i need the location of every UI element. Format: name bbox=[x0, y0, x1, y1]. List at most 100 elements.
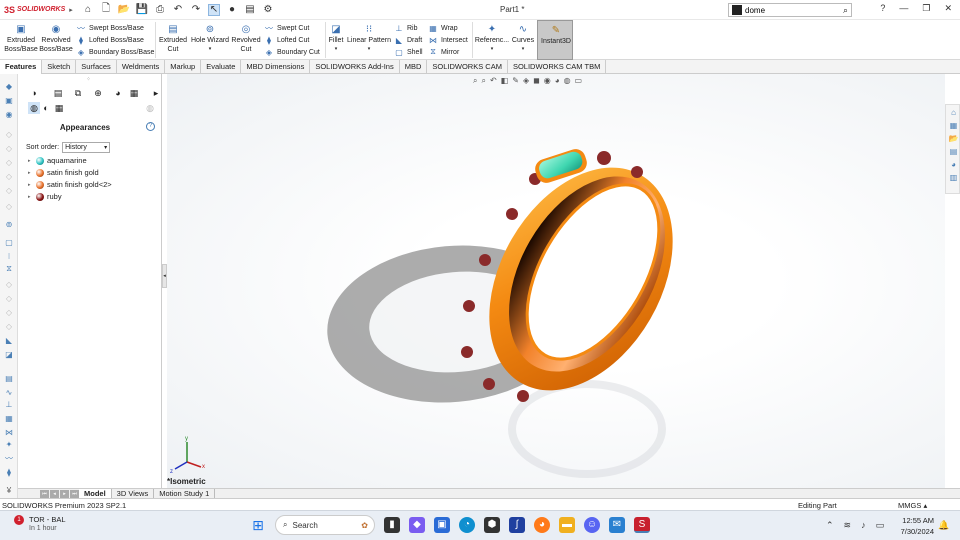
chevron-up-icon[interactable]: ⌃ bbox=[826, 520, 834, 531]
feature-manager-tab-icon[interactable]: ◑ bbox=[28, 87, 40, 99]
extruded-boss-button[interactable]: ▣ Extruded Boss/Base bbox=[3, 23, 39, 54]
rebuild-icon[interactable]: ● bbox=[226, 4, 238, 16]
sort-order-select[interactable]: History ▾ bbox=[62, 142, 111, 153]
expand-arrow-icon[interactable]: ▸ bbox=[28, 158, 33, 164]
appearances-view-icon[interactable]: ◍ bbox=[28, 102, 40, 114]
tab-sketch[interactable]: Sketch bbox=[42, 60, 77, 74]
tab-3d-views[interactable]: 3D Views bbox=[112, 488, 155, 499]
chat-icon[interactable]: ✉ bbox=[609, 517, 625, 533]
dropdown-arrow-icon[interactable]: ▾ bbox=[209, 45, 212, 54]
help-icon[interactable]: ? bbox=[146, 122, 155, 131]
restore-icon[interactable]: ❐ bbox=[922, 3, 930, 14]
reference-tool-icon[interactable]: ✦ bbox=[4, 440, 14, 449]
open-icon[interactable]: 📂 bbox=[118, 4, 130, 16]
curve-tool-icon[interactable]: ∿ bbox=[4, 388, 14, 397]
extruded-cut-button[interactable]: ▤ Extruded Cut bbox=[157, 23, 189, 54]
custom-properties-icon[interactable]: ▥ bbox=[948, 172, 959, 183]
select-icon[interactable]: ↖ bbox=[208, 3, 220, 16]
graphics-viewport[interactable]: ⌕ ⌕ ↶ ◧ ✎ ◈ ◼ ◉ ◕ ◍ ▭ ⧉ ⧉ — ❐ ✕ bbox=[167, 74, 945, 488]
boundary-cut-button[interactable]: ◈ Boundary Cut bbox=[264, 46, 320, 58]
app-cube-icon[interactable]: ⬢ bbox=[484, 517, 500, 533]
3d-sketch-icon[interactable]: ▤ bbox=[4, 374, 14, 383]
tab-features[interactable]: Features bbox=[0, 60, 43, 74]
appearance-item[interactable]: ▸ satin finish gold bbox=[28, 168, 99, 177]
last-tab-icon[interactable]: ⏭ bbox=[70, 489, 79, 498]
shell-tool-icon[interactable]: ▢ bbox=[4, 238, 14, 247]
expand-toolbar-icon[interactable]: ¥ bbox=[4, 486, 14, 495]
wifi-icon[interactable]: ≋ bbox=[844, 520, 852, 531]
expand-arrow-icon[interactable]: ▸ bbox=[28, 194, 33, 200]
scenes-view-icon[interactable]: ▦ bbox=[53, 102, 65, 114]
revolved-cut-button[interactable]: ◎ Revolved Cut bbox=[230, 23, 262, 54]
home-icon[interactable]: ⌂ bbox=[82, 4, 94, 16]
disabled-tool-icon[interactable]: ◇ bbox=[4, 186, 14, 195]
disabled-tool-icon[interactable]: ◇ bbox=[4, 158, 14, 167]
close-icon[interactable]: ✕ bbox=[944, 3, 952, 14]
tab-surfaces[interactable]: Surfaces bbox=[76, 60, 117, 74]
panel-option-icon[interactable]: ◍ bbox=[144, 102, 156, 114]
boundary-boss-button[interactable]: ◈ Boundary Boss/Base bbox=[76, 46, 154, 58]
draft-button[interactable]: ◣ Draft bbox=[394, 34, 422, 46]
instant3d-button[interactable]: ✎ Instant3D bbox=[537, 20, 573, 60]
sweep-tool-icon[interactable]: 〰 bbox=[4, 454, 14, 463]
task-view-icon[interactable]: ▮ bbox=[384, 517, 400, 533]
next-tab-icon[interactable]: ▸ bbox=[60, 489, 69, 498]
appearances-scenes-icon[interactable]: ◕ bbox=[948, 159, 959, 170]
intersect-button[interactable]: ⋈ Intersect bbox=[428, 34, 468, 46]
windows-start-icon[interactable]: ⊞ bbox=[250, 517, 266, 533]
solidworks-taskbar-icon[interactable]: S bbox=[634, 517, 650, 533]
revolved-boss-button[interactable]: ◉ Revolved Boss/Base bbox=[39, 23, 73, 54]
menu-arrow-icon[interactable]: ▸ bbox=[69, 6, 73, 14]
tab-solidworks-add-ins[interactable]: SOLIDWORKS Add-Ins bbox=[310, 60, 400, 74]
tab-mbd[interactable]: MBD bbox=[400, 60, 428, 74]
expand-arrow-icon[interactable]: ▸ bbox=[28, 170, 33, 176]
redo-icon[interactable]: ↷ bbox=[190, 4, 202, 16]
swept-cut-button[interactable]: 〰 Swept Cut bbox=[264, 22, 309, 34]
dropdown-arrow-icon[interactable]: ▾ bbox=[522, 45, 525, 54]
store-icon[interactable]: ▣ bbox=[434, 517, 450, 533]
dropdown-arrow-icon[interactable]: ▾ bbox=[335, 45, 338, 54]
undo-icon[interactable]: ↶ bbox=[172, 4, 184, 16]
hole-tool-icon[interactable]: ⊚ bbox=[4, 220, 14, 229]
lofted-boss-button[interactable]: ⧫ Lofted Boss/Base bbox=[76, 34, 144, 46]
expand-arrow-icon[interactable]: ▸ bbox=[28, 182, 33, 188]
disabled-tool-icon[interactable]: ◇ bbox=[4, 308, 14, 317]
disabled-tool-icon[interactable]: ◇ bbox=[4, 322, 14, 331]
firefox-icon[interactable]: ◕ bbox=[534, 517, 550, 533]
tab-evaluate[interactable]: Evaluate bbox=[201, 60, 242, 74]
sketch-tool-icon[interactable]: ◆ bbox=[4, 82, 14, 91]
shell-button[interactable]: ▢ Shell bbox=[394, 46, 422, 58]
taskbar-search[interactable]: ⌕ Search ✿ bbox=[275, 515, 375, 535]
disabled-tool-icon[interactable]: ◇ bbox=[4, 144, 14, 153]
options-gear-icon[interactable]: ⚙ bbox=[262, 4, 274, 16]
tab-solidworks-cam[interactable]: SOLIDWORKS CAM bbox=[427, 60, 508, 74]
disabled-tool-icon[interactable]: ◇ bbox=[4, 172, 14, 181]
fillet-button[interactable]: ◪ Fillet ▾ bbox=[327, 23, 345, 54]
tab-motion-study[interactable]: Motion Study 1 bbox=[154, 488, 216, 499]
tab-mbd-dimensions[interactable]: MBD Dimensions bbox=[241, 60, 311, 74]
reference-geometry-button[interactable]: ✦ Referenc... ▾ bbox=[474, 23, 510, 54]
search-input[interactable] bbox=[745, 5, 835, 15]
panel-grip-icon[interactable]: ⁘ bbox=[86, 76, 91, 83]
intersect-tool-icon[interactable]: ⋈ bbox=[4, 428, 14, 437]
loft-tool-icon[interactable]: ⧫ bbox=[4, 468, 14, 477]
ring-model-svg[interactable]: y x z bbox=[167, 74, 945, 488]
lofted-cut-button[interactable]: ⧫ Lofted Cut bbox=[264, 34, 309, 46]
new-document-icon[interactable]: 🗋 bbox=[100, 3, 112, 16]
solidworks-resources-icon[interactable]: ⌂ bbox=[948, 107, 959, 118]
weather-widget[interactable]: 1 TOR - BAL In 1 hour bbox=[14, 515, 66, 532]
property-manager-tab-icon[interactable]: ▤ bbox=[52, 87, 64, 99]
file-explorer-icon[interactable]: ▬ bbox=[559, 517, 575, 533]
draft-tool-icon[interactable]: ◣ bbox=[4, 336, 14, 345]
tab-model[interactable]: Model bbox=[79, 488, 112, 499]
dropdown-arrow-icon[interactable]: ▾ bbox=[368, 45, 371, 54]
save-icon[interactable]: 💾 bbox=[136, 4, 148, 16]
design-library-icon[interactable]: ▦ bbox=[948, 120, 959, 131]
linear-pattern-button[interactable]: ⁝⁝ Linear Pattern ▾ bbox=[346, 23, 392, 54]
disabled-tool-icon[interactable]: ◇ bbox=[4, 280, 14, 289]
swept-boss-button[interactable]: 〰 Swept Boss/Base bbox=[76, 22, 144, 34]
disabled-tool-icon[interactable]: ◇ bbox=[4, 294, 14, 303]
cam-tab-icon[interactable]: ▦ bbox=[128, 87, 140, 99]
wrap-tool-icon[interactable]: ▦ bbox=[4, 414, 14, 423]
wrap-button[interactable]: ▦ Wrap bbox=[428, 22, 457, 34]
